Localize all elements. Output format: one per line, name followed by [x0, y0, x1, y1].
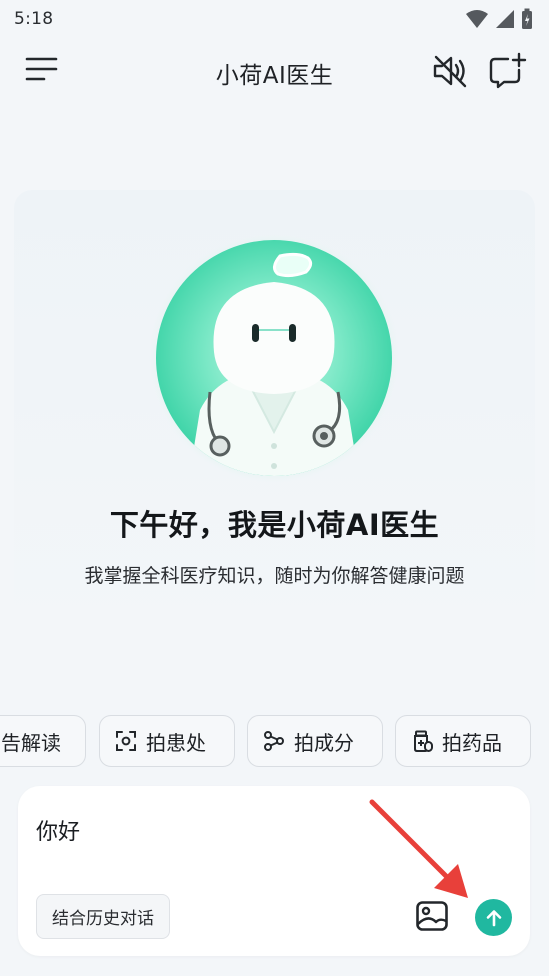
chip-photo-medicine[interactable]: 拍药品: [395, 715, 531, 767]
medicine-bottle-icon: [414, 730, 433, 752]
chip-label: 拍药品: [442, 730, 502, 755]
greeting-subtitle: 我掌握全科医疗知识，随时为你解答健康问题: [84, 565, 465, 587]
image-upload-button[interactable]: [414, 898, 450, 934]
doctor-avatar: [148, 232, 400, 484]
new-chat-button[interactable]: [486, 52, 528, 90]
send-button[interactable]: [475, 899, 512, 936]
chip-label: 告解读: [1, 730, 61, 755]
wifi-icon: [466, 10, 488, 28]
status-bar: 5:18: [0, 0, 549, 38]
status-time: 5:18: [14, 9, 54, 29]
chip-photo-ingredients[interactable]: 拍成分: [247, 715, 383, 767]
arrow-up-icon: [486, 909, 501, 926]
new-chat-icon: [489, 52, 527, 89]
history-context-toggle[interactable]: 结合历史对话: [36, 894, 170, 939]
molecule-icon: [264, 731, 284, 751]
chip-report-interpret[interactable]: 告解读: [0, 715, 86, 767]
speaker-muted-icon: [433, 55, 467, 88]
greeting-heading: 下午好，我是小荷AI医生: [109, 508, 440, 542]
status-icons: [465, 8, 533, 30]
image-icon: [416, 901, 448, 931]
chip-photo-lesion[interactable]: 拍患处: [99, 715, 235, 767]
scan-focus-icon: [116, 731, 136, 751]
chip-label: 拍成分: [294, 730, 354, 755]
message-input[interactable]: [36, 810, 496, 850]
battery-icon: [522, 8, 532, 29]
signal-icon: [496, 10, 514, 28]
chip-label: 拍患处: [146, 730, 206, 755]
quick-actions-row: 告解读 拍患处 拍成分 拍药品: [0, 715, 549, 767]
mute-button[interactable]: [430, 52, 472, 90]
message-composer: 结合历史对话: [18, 786, 530, 956]
top-bar: 小荷AI医生: [0, 40, 549, 100]
